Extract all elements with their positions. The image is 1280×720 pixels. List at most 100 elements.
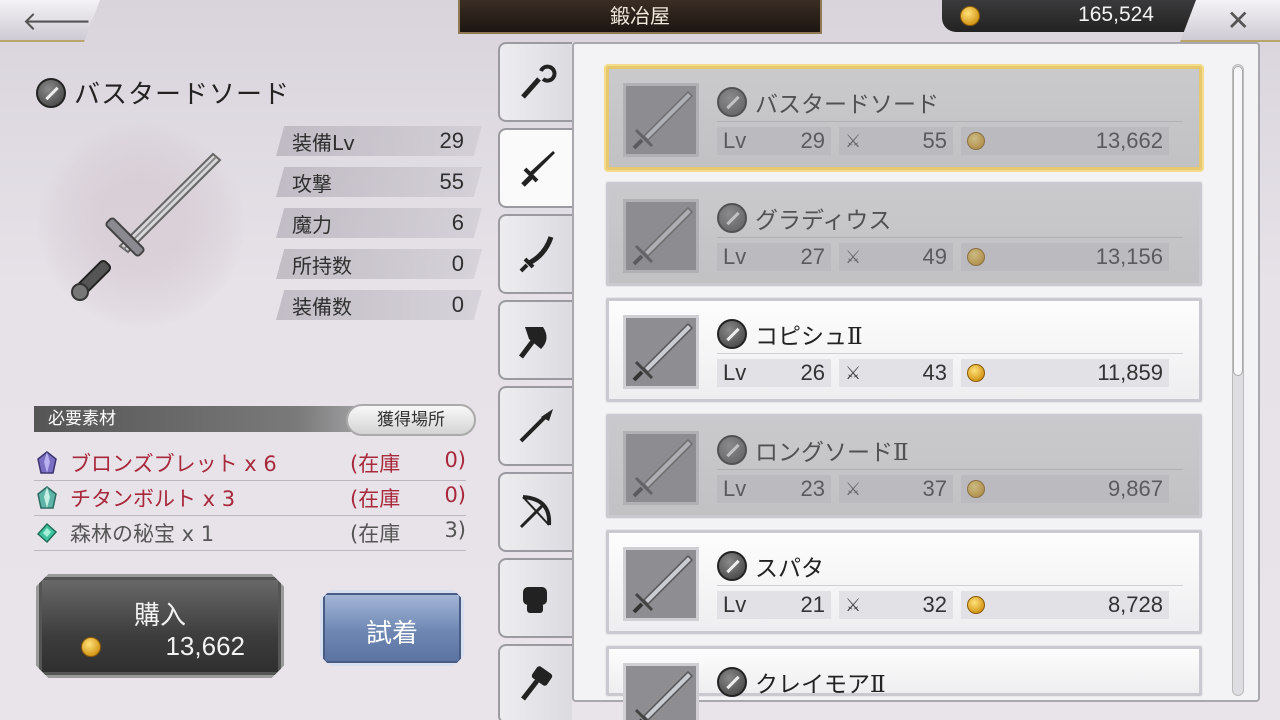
page-title: 鍛冶屋 [458, 0, 822, 34]
item-card[interactable]: ロングソードⅡ Lv 23 ⚔ 37 9,867 [606, 414, 1202, 518]
close-button[interactable]: ✕ [1180, 0, 1280, 42]
stat-label: 装備数 [292, 294, 352, 319]
stat-label: 装備Lv [292, 130, 355, 155]
hammer-icon [521, 666, 553, 701]
attack-icon: ⚔ [845, 478, 862, 499]
item-card-title: グラディウス [717, 201, 891, 235]
material-name: ブロンズブレット x 6 [70, 452, 277, 476]
attack-pill: ⚔ 49 [839, 243, 953, 271]
item-card-name: コピシュⅡ [755, 324, 863, 350]
item-card-name: バスタードソード [755, 92, 939, 118]
price-pill: 11,859 [961, 359, 1169, 387]
sword-badge-icon [717, 435, 747, 465]
stat-value: 0 [451, 251, 464, 276]
stat-row: 攻撃 55 [276, 167, 482, 197]
coin-icon [967, 480, 985, 498]
level-value: 23 [800, 476, 825, 501]
tab-sword[interactable] [498, 128, 576, 208]
stat-value: 0 [451, 292, 464, 317]
material-row[interactable]: チタンボルト x 3 (在庫 0) [34, 481, 466, 516]
tab-hammer[interactable] [498, 644, 572, 720]
tab-bow[interactable] [498, 472, 572, 552]
level-value: 29 [800, 128, 825, 153]
buy-label: 購入 [133, 601, 186, 631]
close-icon: ✕ [1226, 4, 1250, 37]
weapon-thumb-icon [634, 670, 694, 720]
level-pill: Lv 27 [717, 243, 831, 271]
attack-value: 37 [922, 476, 947, 501]
level-value: 27 [800, 244, 825, 269]
item-card-name: スパタ [755, 556, 824, 582]
material-name: チタンボルト x 3 [70, 487, 236, 511]
buy-price: 13,662 [165, 631, 245, 661]
stat-label: 所持数 [292, 253, 352, 278]
weapon-thumb-icon [632, 322, 694, 382]
attack-pill: ⚔ 32 [839, 591, 953, 619]
price-value: 9,867 [1107, 476, 1163, 501]
sword-badge-icon [717, 551, 747, 581]
stat-row: 装備数 0 [276, 290, 482, 320]
item-card-stats: Lv 26 ⚔ 43 11,859 [717, 359, 1169, 387]
attack-pill: ⚔ 55 [839, 127, 953, 155]
item-card-title: クレイモアⅡ [717, 665, 886, 699]
item-card[interactable]: クレイモアⅡ [606, 646, 1202, 720]
item-thumbnail [623, 663, 699, 720]
weapon-thumb-icon [632, 554, 694, 614]
gold-amount: 165,524 [1078, 3, 1154, 26]
gold-display: 165,524 [942, 0, 1202, 32]
tab-staff[interactable] [498, 42, 572, 122]
try-on-button[interactable]: 試着 [320, 590, 464, 666]
item-card[interactable]: グラディウス Lv 27 ⚔ 49 13,156 [606, 182, 1202, 286]
item-card-name: クレイモアⅡ [755, 672, 886, 698]
scrollbar-thumb[interactable] [1233, 66, 1243, 376]
tab-fist[interactable] [498, 558, 572, 638]
back-button[interactable]: 🡐 [0, 0, 100, 42]
material-stock: (在庫 0) [350, 448, 466, 478]
price-pill: 13,156 [961, 243, 1169, 271]
coin-icon [967, 248, 985, 266]
sword-image-icon [71, 152, 222, 301]
purple-crystal-icon [37, 451, 57, 474]
tab-katana[interactable] [498, 214, 572, 294]
stock-value: 0) [444, 483, 466, 507]
stock-value: 3) [444, 518, 466, 542]
item-card[interactable]: コピシュⅡ Lv 26 ⚔ 43 11,859 [606, 298, 1202, 402]
divider [717, 585, 1183, 586]
material-row[interactable]: ブロンズブレット x 6 (在庫 0) [34, 446, 466, 481]
attack-value: 32 [922, 592, 947, 617]
acquire-location-button[interactable]: 獲得場所 [346, 404, 476, 436]
level-pill: Lv 26 [717, 359, 831, 387]
item-card-name: ロングソードⅡ [755, 440, 909, 466]
stat-label: 魔力 [292, 212, 332, 237]
tab-axe[interactable] [498, 300, 572, 380]
level-value: 21 [800, 592, 825, 617]
item-thumbnail [623, 547, 699, 621]
stat-row: 所持数 0 [276, 249, 482, 279]
buy-button[interactable]: 購入 13,662 [36, 574, 284, 678]
material-row[interactable]: 森林の秘宝 x 1 (在庫 3) [34, 516, 466, 551]
attack-pill: ⚔ 37 [839, 475, 953, 503]
sword-badge-icon [36, 77, 66, 108]
item-card[interactable]: バスタードソード Lv 29 ⚔ 55 13,662 [606, 66, 1202, 170]
attack-icon: ⚔ [845, 594, 862, 615]
weapon-thumb-icon [632, 206, 694, 266]
item-card-title: ロングソードⅡ [717, 433, 909, 467]
left-arrow-icon: 🡐 [22, 7, 92, 37]
price-value: 8,728 [1107, 592, 1163, 617]
item-card[interactable]: スパタ Lv 21 ⚔ 32 8,728 [606, 530, 1202, 634]
stock-label: (在庫 [350, 522, 401, 546]
sword-icon [521, 151, 555, 187]
coin-icon [967, 132, 985, 150]
stock-label: (在庫 [350, 452, 401, 476]
price-value: 13,662 [1095, 128, 1163, 153]
tab-spear[interactable] [498, 386, 572, 466]
staff-icon [521, 64, 557, 99]
attack-icon: ⚔ [845, 246, 862, 267]
stat-label: 攻撃 [292, 171, 332, 196]
coin-icon [967, 364, 985, 382]
level-value: 26 [800, 360, 825, 385]
item-name: バスタードソード [74, 80, 291, 110]
level-pill: Lv 29 [717, 127, 831, 155]
stock-value: 0) [444, 448, 466, 472]
weapon-thumb-icon [632, 90, 694, 150]
